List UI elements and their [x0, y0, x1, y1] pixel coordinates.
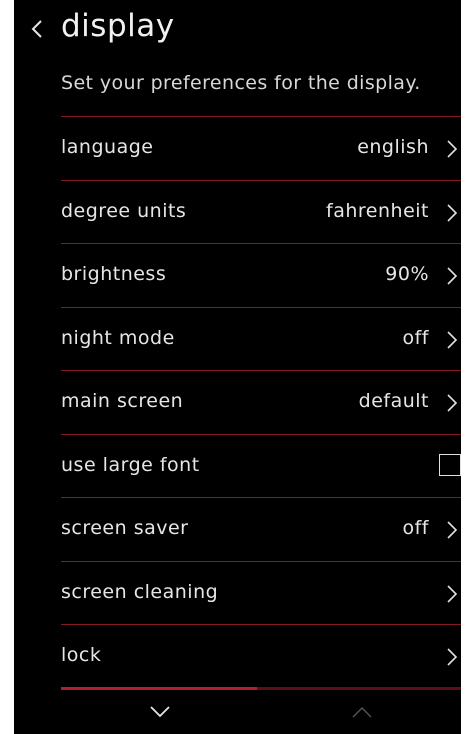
chevron-left-icon: [26, 14, 50, 44]
chevron-right-icon: [446, 393, 458, 413]
setting-row-lock[interactable]: lock: [61, 624, 461, 688]
chevron-up-icon: [350, 703, 374, 721]
back-button[interactable]: [26, 14, 50, 44]
chevron-right-icon: [446, 647, 458, 667]
setting-value: 90%: [385, 263, 429, 285]
display-settings-screen: display Set your preferences for the dis…: [14, 0, 461, 734]
chevron-right-icon: [446, 520, 458, 540]
chevron-right-icon: [446, 266, 458, 286]
setting-row-main-screen[interactable]: main screen default: [61, 370, 461, 434]
chevron-right-icon: [446, 584, 458, 604]
setting-label: degree units: [61, 199, 187, 222]
setting-row-language[interactable]: language english: [61, 116, 461, 180]
scroll-thumb: [61, 687, 257, 690]
chevron-right-icon: [446, 139, 458, 159]
page-description: Set your preferences for the display.: [61, 72, 421, 94]
setting-label: use large font: [61, 453, 200, 476]
setting-row-brightness[interactable]: brightness 90%: [61, 243, 461, 307]
setting-row-degree-units[interactable]: degree units fahrenheit: [61, 179, 461, 244]
scroll-up-button[interactable]: [350, 703, 374, 721]
setting-label: screen saver: [61, 517, 189, 539]
setting-value: off: [402, 326, 429, 349]
setting-label: night mode: [61, 326, 175, 349]
setting-label: brightness: [61, 263, 167, 285]
setting-row-night-mode[interactable]: night mode off: [61, 306, 461, 371]
setting-label: main screen: [61, 390, 184, 412]
page-title: display: [61, 8, 175, 44]
setting-label: language: [61, 136, 154, 158]
setting-row-use-large-font: use large font: [61, 433, 461, 498]
setting-row-screen-saver[interactable]: screen saver off: [61, 497, 461, 561]
header: display: [14, 0, 461, 60]
scroll-down-button[interactable]: [148, 703, 172, 721]
setting-value: off: [402, 517, 429, 539]
large-font-checkbox[interactable]: [439, 453, 461, 476]
chevron-right-icon: [446, 203, 458, 223]
chevron-down-icon: [148, 703, 172, 721]
chevron-right-icon: [446, 330, 458, 350]
settings-list: language english degree units fahrenheit…: [61, 116, 461, 688]
setting-value: default: [358, 390, 429, 412]
setting-row-screen-cleaning[interactable]: screen cleaning: [61, 560, 461, 625]
scroll-indicator: [61, 687, 461, 690]
setting-label: screen cleaning: [61, 580, 219, 603]
setting-value: fahrenheit: [326, 199, 429, 222]
setting-label: lock: [61, 644, 102, 666]
setting-value: english: [357, 136, 429, 158]
